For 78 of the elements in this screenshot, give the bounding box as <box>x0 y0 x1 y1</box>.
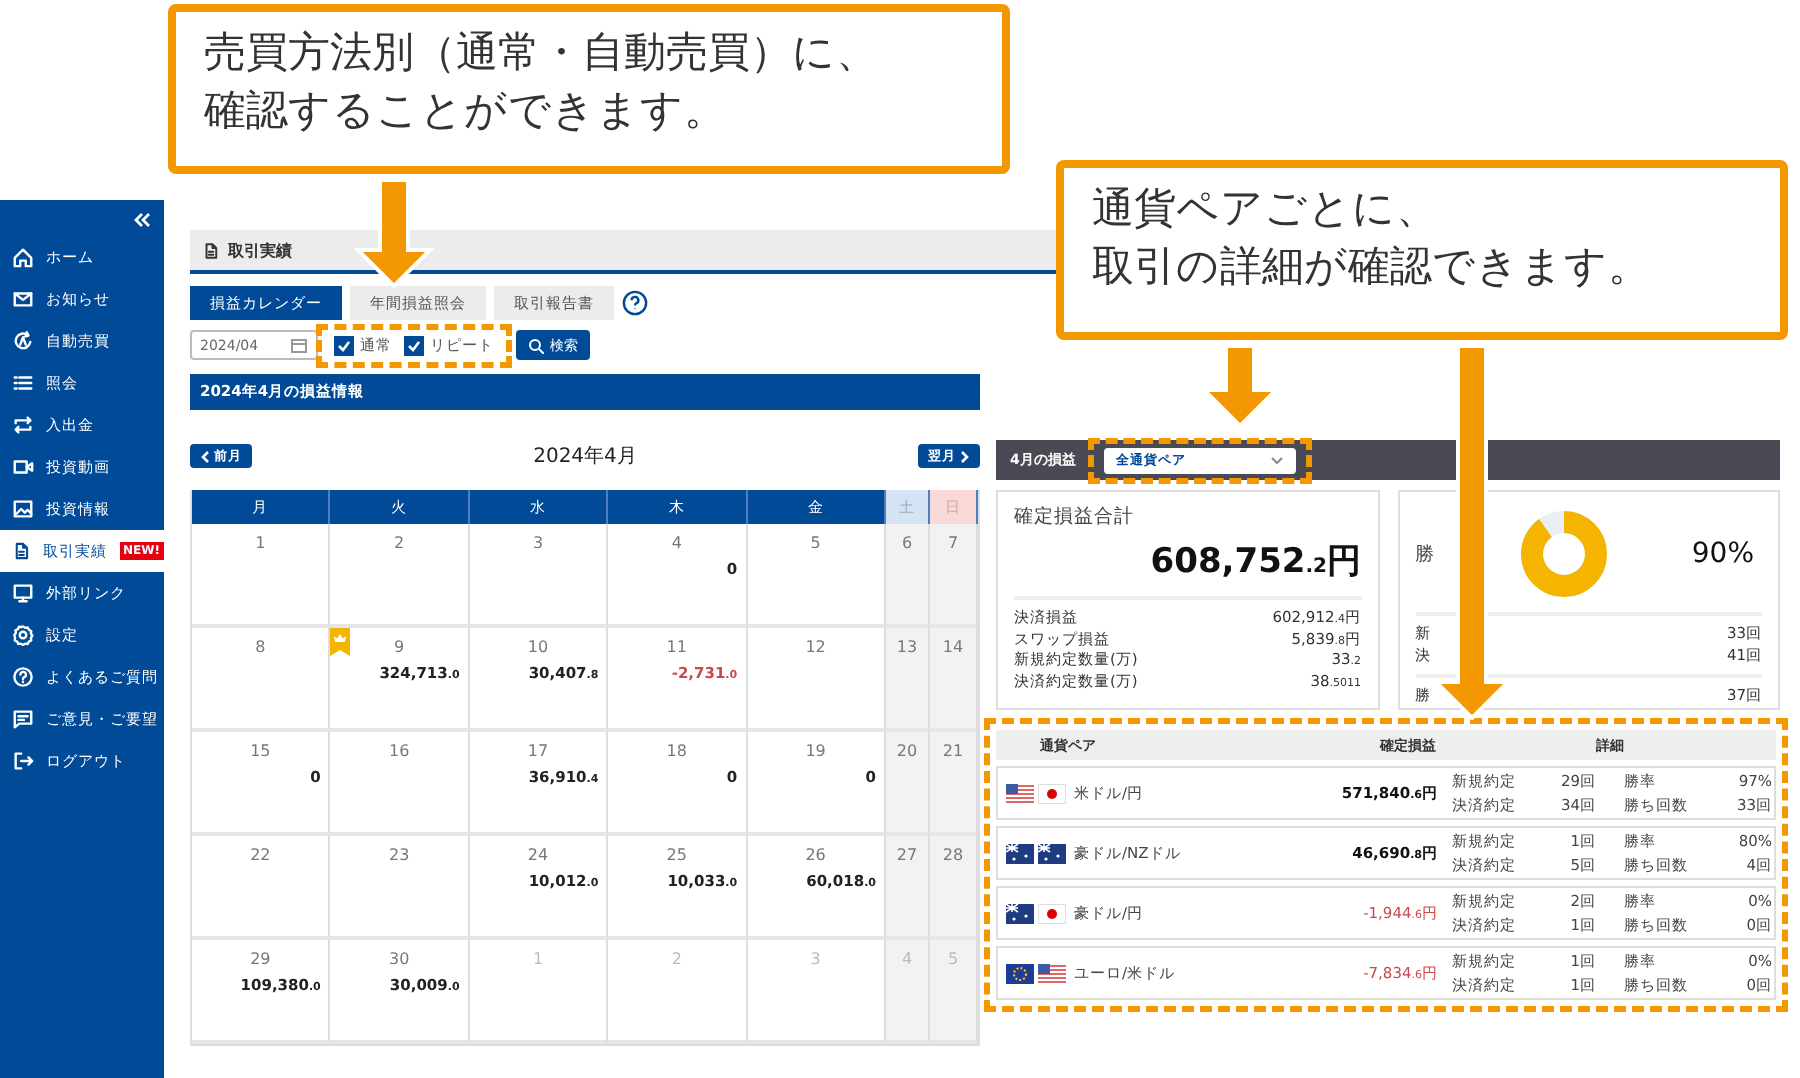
day-number: 7 <box>947 534 959 552</box>
day-number: 3 <box>532 534 544 552</box>
day-number: 22 <box>250 846 271 864</box>
callout-text: 通貨ペアごとに、 <box>1092 182 1438 236</box>
circular-arrow-icon <box>12 330 34 352</box>
page-title: 取引実績 <box>228 239 292 261</box>
day-number: 4 <box>671 534 682 552</box>
day-number: 5 <box>810 534 821 552</box>
day-number: 6 <box>901 534 913 552</box>
callout-text: 確認することができます。 <box>204 84 726 139</box>
collapse-icon[interactable] <box>132 212 152 228</box>
flag-icon <box>1006 963 1034 983</box>
day-number: 10 <box>527 638 549 656</box>
total-profit: 608,752.2円 <box>1148 540 1361 584</box>
day-number: 27 <box>896 846 918 864</box>
month-title: 2024年4月 <box>533 444 637 470</box>
flag-icon <box>1038 783 1066 803</box>
day-number: 25 <box>666 846 687 864</box>
day-number: 23 <box>389 846 410 864</box>
flag-icon <box>1006 783 1034 803</box>
mail-icon <box>12 288 34 310</box>
day-number: 15 <box>250 742 271 760</box>
image-icon <box>12 498 34 520</box>
day-number: 16 <box>389 742 410 760</box>
callout-text: 売買方法別（通常・自動売買）に、 <box>204 26 878 80</box>
chevron-right-icon <box>960 449 970 463</box>
day-number: 24 <box>527 846 549 864</box>
settings-icon <box>12 624 34 646</box>
calendar-icon <box>290 336 308 354</box>
video-camera-icon <box>12 456 34 478</box>
logout-icon <box>12 750 34 772</box>
check-icon <box>406 337 422 353</box>
flag-icon <box>1006 903 1034 923</box>
flag-icon <box>1006 843 1034 863</box>
day-number: 17 <box>527 742 549 760</box>
chevron-down-icon <box>1269 455 1284 465</box>
help-icon[interactable] <box>622 290 648 316</box>
speech-bubble-icon <box>12 708 34 730</box>
day-number: 12 <box>805 638 826 656</box>
day-number: 3 <box>810 950 821 968</box>
card-label: 勝 <box>1415 541 1435 567</box>
check-icon <box>336 337 352 353</box>
day-number: 29 <box>250 950 271 968</box>
day-number: 26 <box>805 846 826 864</box>
day-number: 28 <box>942 846 964 864</box>
day-number: 9 <box>394 638 405 656</box>
flag-icon <box>1038 963 1066 983</box>
document-icon <box>202 241 220 259</box>
day-number: 1 <box>532 950 544 968</box>
callout-text: 取引の詳細が確認できます。 <box>1092 240 1650 295</box>
win-rate: 90% <box>1691 538 1754 570</box>
day-number: 30 <box>389 950 410 968</box>
day-number: 8 <box>255 638 266 656</box>
day-number: 19 <box>805 742 826 760</box>
day-number: 21 <box>942 742 964 760</box>
day-number: 2 <box>671 950 682 968</box>
arrow <box>354 178 434 288</box>
checkbox[interactable] <box>404 335 424 355</box>
document-icon <box>12 540 32 562</box>
day-number: 2 <box>394 534 405 552</box>
monitor-icon <box>12 582 34 604</box>
swap-arrows-icon <box>12 414 34 436</box>
chevron-left-icon <box>200 449 210 463</box>
day-number: 14 <box>942 638 964 656</box>
card-label: 確定損益合計 <box>1014 504 1136 530</box>
day-number: 1 <box>255 534 266 552</box>
donut-chart <box>1519 510 1608 598</box>
flag-icon <box>1038 843 1066 863</box>
help-icon <box>12 666 34 688</box>
day-number: 11 <box>666 638 687 656</box>
checkbox[interactable] <box>334 335 354 355</box>
flag-icon <box>1038 903 1066 923</box>
list-icon <box>12 372 34 394</box>
search-icon <box>528 337 544 353</box>
home-icon <box>12 246 34 268</box>
day-number: 18 <box>666 742 687 760</box>
day-number: 13 <box>896 638 918 656</box>
day-number: 20 <box>896 742 918 760</box>
